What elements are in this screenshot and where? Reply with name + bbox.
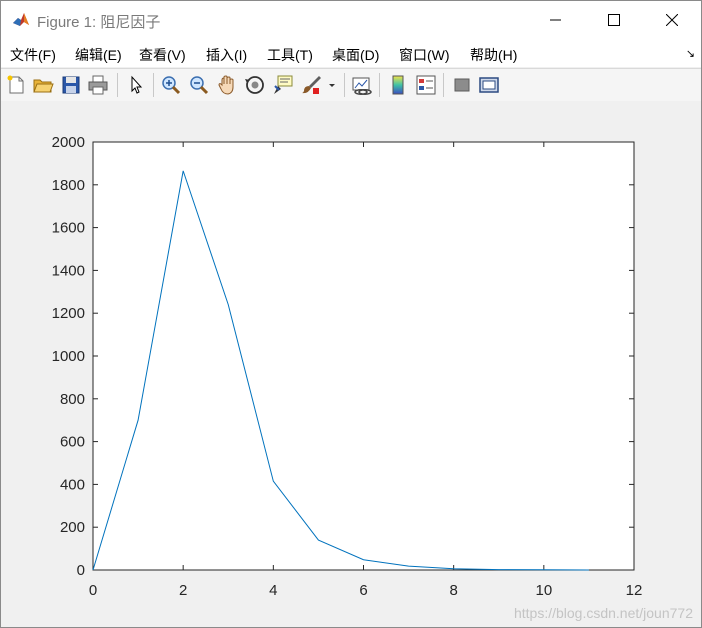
edit-plot-button[interactable]: [125, 74, 147, 96]
maximize-icon: [608, 14, 620, 26]
pan-icon: [218, 75, 234, 95]
menu-view[interactable]: 查看(V): [139, 45, 186, 65]
menu-desktop[interactable]: 桌面(D): [332, 45, 379, 65]
pan-button[interactable]: [216, 74, 238, 96]
figure-toolbar: [1, 68, 701, 102]
chevron-down-icon: [329, 84, 335, 87]
minimize-button[interactable]: [533, 1, 579, 39]
watermark-text: https://blog.csdn.net/joun772: [513, 605, 693, 621]
minimize-icon: [550, 19, 561, 21]
line-chart: 0 2 4 6 8 10 12 0 200 400 600 800 1000 1200 1400 1600 18…: [52, 134, 643, 599]
x-tick-label: 8: [449, 582, 457, 599]
save-icon: [62, 76, 80, 94]
save-button[interactable]: [60, 74, 82, 96]
new-figure-button[interactable]: [5, 74, 27, 96]
menu-file[interactable]: 文件(F): [10, 45, 56, 65]
brush-button[interactable]: [300, 74, 322, 96]
menu-window[interactable]: 窗口(W): [399, 45, 450, 65]
y-tick-label: 0: [77, 562, 85, 579]
menu-edit[interactable]: 编辑(E): [75, 45, 122, 65]
brush-dropdown-button[interactable]: [326, 74, 338, 96]
close-button[interactable]: [649, 1, 695, 39]
zoom-in-button[interactable]: [160, 74, 182, 96]
hide-plot-tools-button[interactable]: [451, 74, 473, 96]
matlab-logo-icon: [12, 11, 30, 29]
figure-window: Figure 1: 阻尼因子 文件(F) 编辑(E) 查看(V) 插入(I) 工…: [0, 0, 702, 628]
colorbar-icon: [392, 75, 404, 95]
edit-plot-icon: [131, 75, 143, 94]
zoom-out-button[interactable]: [188, 74, 210, 96]
rotate-3d-button[interactable]: [244, 74, 266, 96]
x-tick-label: 12: [626, 582, 643, 599]
x-tick-label: 0: [89, 582, 97, 599]
print-icon: [88, 75, 108, 95]
link-plot-button[interactable]: [351, 74, 373, 96]
y-tick-label: 1400: [52, 262, 85, 279]
toolbar-separator: [153, 73, 154, 97]
data-cursor-icon: [274, 75, 293, 94]
x-tick-label: 2: [179, 582, 187, 599]
menu-insert[interactable]: 插入(I): [206, 45, 247, 65]
y-tick-label: 2000: [52, 134, 85, 151]
y-tick-label: 600: [60, 434, 85, 451]
window-title: Figure 1: 阻尼因子: [37, 14, 161, 31]
open-file-icon: [33, 79, 54, 93]
show-plot-tools-button[interactable]: [478, 74, 500, 96]
rotate-3d-icon: [245, 76, 264, 94]
x-tick-label: 6: [359, 582, 367, 599]
y-tick-label: 1200: [52, 305, 85, 322]
axes-background: [92, 141, 635, 571]
zoom-out-icon: [190, 76, 209, 95]
open-file-button[interactable]: [32, 74, 54, 96]
x-tick-label: 4: [269, 582, 277, 599]
x-tick-label: 10: [535, 582, 552, 599]
y-tick-label: 1800: [52, 177, 85, 194]
toolbar-separator: [443, 73, 444, 97]
figure-canvas[interactable]: 0 2 4 6 8 10 12 0 200 400 600 800 1000 1200 1400 1600 18…: [1, 101, 701, 627]
menu-help[interactable]: 帮助(H): [470, 45, 517, 65]
y-tick-label: 200: [60, 519, 85, 536]
y-tick-label: 400: [60, 476, 85, 493]
maximize-button[interactable]: [591, 1, 637, 39]
show-plot-tools-icon: [479, 77, 499, 93]
new-figure-icon: [7, 75, 24, 94]
toolbar-separator: [344, 73, 345, 97]
zoom-in-icon: [162, 76, 181, 95]
title-bar[interactable]: Figure 1: 阻尼因子: [1, 1, 701, 39]
brush-icon: [302, 76, 321, 94]
data-cursor-button[interactable]: [272, 74, 294, 96]
insert-legend-button[interactable]: [415, 74, 437, 96]
toolbar-separator: [379, 73, 380, 97]
hide-plot-tools-icon: [454, 78, 470, 92]
close-icon: [666, 14, 678, 26]
insert-colorbar-button[interactable]: [387, 74, 409, 96]
print-button[interactable]: [87, 74, 109, 96]
y-tick-label: 1000: [52, 348, 85, 365]
toolbar-separator: [117, 73, 118, 97]
menu-bar: 文件(F) 编辑(E) 查看(V) 插入(I) 工具(T) 桌面(D) 窗口(W…: [1, 39, 701, 67]
link-plot-icon: [352, 77, 372, 95]
menu-tools[interactable]: 工具(T): [267, 45, 313, 65]
legend-icon: [416, 75, 436, 95]
dock-figure-icon[interactable]: ↘: [686, 47, 695, 60]
y-tick-label: 800: [60, 391, 85, 408]
y-tick-label: 1600: [52, 220, 85, 237]
